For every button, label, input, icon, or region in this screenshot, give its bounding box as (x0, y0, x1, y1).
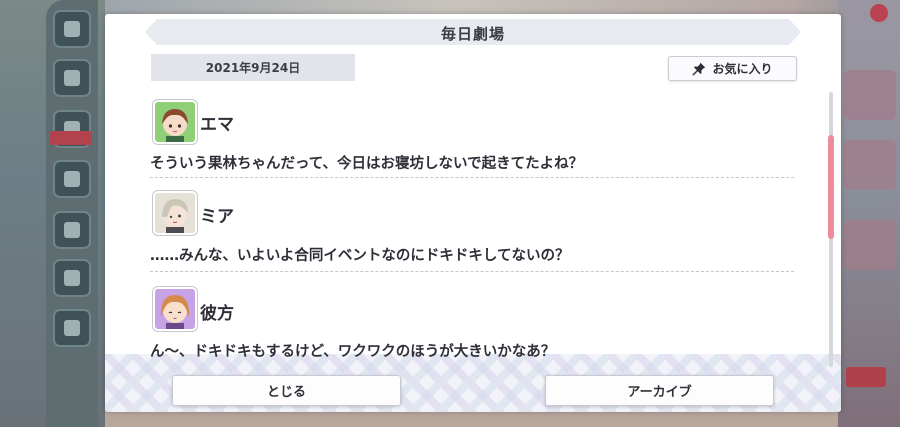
menu-icon (53, 10, 91, 48)
banner-card (844, 70, 896, 120)
divider (150, 177, 794, 178)
speaker-name: 彼方 (200, 304, 234, 324)
favorite-button[interactable]: お気に入り (668, 56, 797, 81)
message-list[interactable]: エマ そういう果林ちゃんだって、今日はお寝坊しないで起きてたよね？ ミア ……み… (150, 96, 794, 368)
favorite-label: お気に入り (712, 62, 773, 76)
daily-theater-dialog: 毎日劇場 2021年9月24日 お気に入り エマ そういう果林ちゃんだって、今日… (105, 14, 841, 412)
plus-icon (870, 4, 888, 22)
trophy-icon (53, 259, 91, 297)
avatar-kanata (153, 287, 197, 331)
avatar-emma (153, 100, 197, 144)
banner-card (844, 220, 896, 270)
divider (150, 271, 794, 272)
scrollbar-thumb[interactable] (828, 135, 834, 239)
speaker-name: エマ (200, 115, 234, 135)
archive-button[interactable]: アーカイブ (545, 375, 774, 406)
screen-icon (53, 211, 91, 249)
dialog-title: 毎日劇場 (440, 25, 505, 43)
point-tag (50, 131, 92, 145)
close-button[interactable]: とじる (172, 375, 401, 406)
fullscreen-icon (53, 309, 91, 347)
message-text: ……みんな、いよいよ合同イベントなのにドキドキしてないの？ (150, 248, 570, 264)
message-text: そういう果林ちゃんだって、今日はお寝坊しないで起きてたよね？ (150, 156, 584, 172)
banner-card (844, 140, 896, 190)
right-panel-dimmed (838, 0, 900, 427)
date-label: 2021年9月24日 (151, 54, 355, 81)
side-menu-dimmed (0, 0, 105, 427)
pin-icon (693, 62, 706, 75)
avatar-mia (153, 191, 197, 235)
speaker-name: ミア (200, 207, 234, 227)
event-badge (846, 367, 886, 387)
chat-icon (53, 59, 91, 97)
message-text: ん〜、ドキドキもするけど、ワクワクのほうが大きいかなあ？ (150, 344, 556, 360)
gift-icon (53, 160, 91, 198)
